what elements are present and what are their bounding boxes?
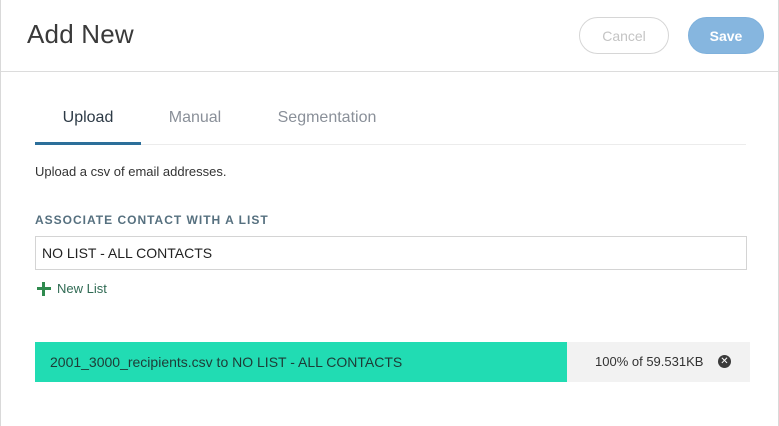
associate-list-label: ASSOCIATE CONTACT WITH A LIST [35, 213, 269, 227]
close-circle-icon[interactable]: ✕ [718, 355, 731, 368]
list-select[interactable]: NO LIST - ALL CONTACTS [35, 236, 747, 270]
new-list-label: New List [57, 281, 107, 296]
cancel-button[interactable]: Cancel [579, 17, 669, 54]
upload-description: Upload a csv of email addresses. [35, 164, 227, 179]
plus-icon [37, 281, 51, 296]
dialog-title: Add New [27, 19, 134, 49]
tab-upload[interactable]: Upload [35, 96, 141, 145]
dialog-header: Add New Cancel Save [1, 0, 778, 72]
tab-segmentation[interactable]: Segmentation [265, 96, 389, 145]
tab-manual[interactable]: Manual [153, 96, 237, 145]
tab-bar: Upload Manual Segmentation [35, 96, 746, 145]
add-new-dialog: Add New Cancel Save Upload Manual Segmen… [0, 0, 779, 426]
upload-progress-text: 100% of 59.531KB [595, 354, 704, 369]
save-button[interactable]: Save [688, 17, 764, 54]
upload-progress-row: 2001_3000_recipients.csv to NO LIST - AL… [35, 342, 750, 382]
new-list-link[interactable]: New List [37, 281, 107, 296]
upload-file-status: 2001_3000_recipients.csv to NO LIST - AL… [50, 354, 403, 370]
